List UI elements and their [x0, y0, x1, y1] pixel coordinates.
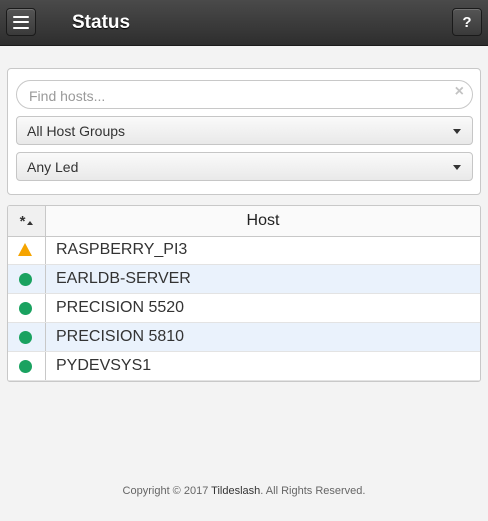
status-ok-icon: [19, 331, 32, 344]
sort-ascending-icon: [27, 221, 34, 225]
table-row[interactable]: PRECISION 5520: [8, 294, 480, 323]
table-header: * Host: [8, 206, 480, 237]
status-ok-icon: [19, 302, 32, 315]
hosts-table: * Host RASPBERRY_PI3 EARLDB-SERVER PRECISI…: [7, 205, 481, 382]
rights-text: . All Rights Reserved.: [260, 485, 366, 497]
led-value: Any Led: [27, 159, 79, 175]
led-cell: [8, 352, 46, 380]
app-header: Status ?: [0, 0, 488, 46]
host-name-link[interactable]: RASPBERRY_PI3: [56, 241, 187, 259]
brand-link[interactable]: Tildeslash: [211, 485, 260, 497]
led-cell: [8, 236, 46, 264]
host-name-link[interactable]: PRECISION 5810: [56, 328, 184, 346]
page-title: Status: [72, 12, 131, 33]
table-row[interactable]: PRECISION 5810: [8, 323, 480, 352]
host-group-select[interactable]: All Host Groups: [16, 116, 473, 145]
search-box: ×: [16, 80, 473, 109]
status-ok-icon: [19, 273, 32, 286]
led-column-header[interactable]: *: [8, 206, 46, 236]
host-group-value: All Host Groups: [27, 123, 126, 139]
menu-button[interactable]: [6, 8, 36, 36]
caret-down-icon: [453, 165, 461, 170]
status-ok-icon: [19, 360, 32, 373]
table-row[interactable]: EARLDB-SERVER: [8, 265, 480, 294]
led-cell: [8, 265, 46, 293]
hamburger-icon: [13, 15, 29, 29]
warning-triangle-icon: [18, 243, 32, 256]
host-name-link[interactable]: EARLDB-SERVER: [56, 270, 191, 288]
caret-down-icon: [453, 129, 461, 134]
led-cell: [8, 323, 46, 351]
table-row[interactable]: PYDEVSYS1: [8, 352, 480, 381]
search-input[interactable]: [27, 85, 431, 107]
footer: Copyright © 2017 Tildeslash. All Rights …: [0, 485, 488, 497]
help-button[interactable]: ?: [452, 8, 482, 36]
led-select[interactable]: Any Led: [16, 152, 473, 181]
copyright-text: Copyright © 2017: [122, 485, 212, 497]
table-row[interactable]: RASPBERRY_PI3: [8, 236, 480, 265]
clear-icon[interactable]: ×: [455, 83, 464, 101]
host-name-link[interactable]: PYDEVSYS1: [56, 357, 151, 375]
host-name-link[interactable]: PRECISION 5520: [56, 299, 184, 317]
led-header-label: *: [19, 212, 26, 230]
led-cell: [8, 294, 46, 322]
host-column-header[interactable]: Host: [46, 206, 480, 236]
filter-panel: × All Host Groups Any Led: [7, 68, 481, 195]
